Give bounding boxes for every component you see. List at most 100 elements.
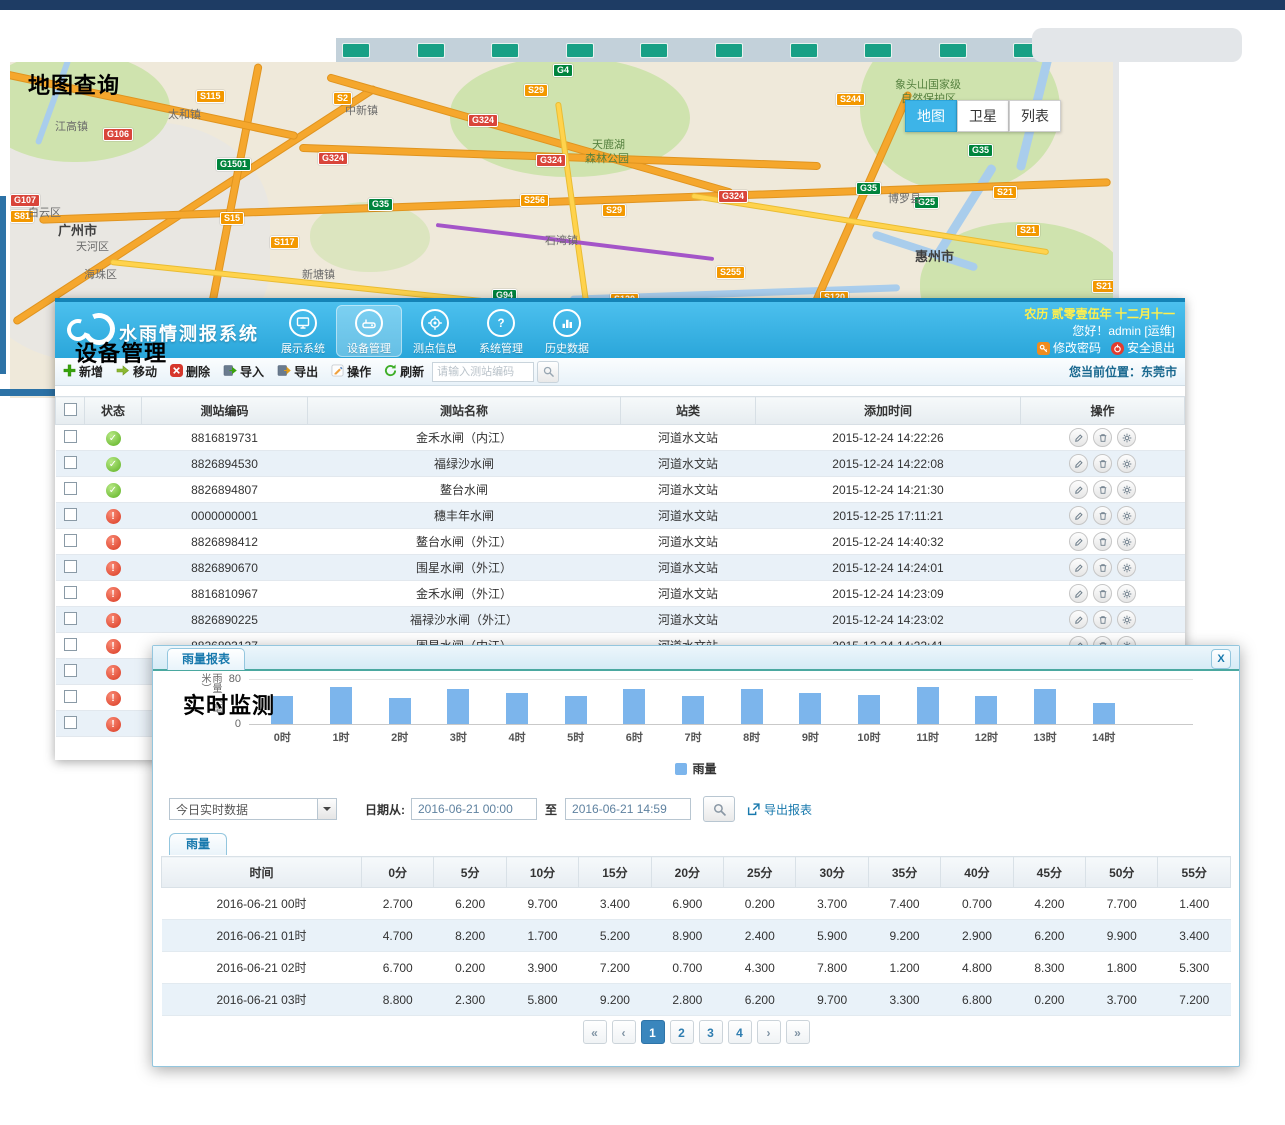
toolbar-button-label: 操作 xyxy=(347,363,371,380)
settings-button[interactable] xyxy=(1117,610,1136,629)
cell-name: 福绿沙水闸 xyxy=(308,451,621,477)
close-icon[interactable]: X xyxy=(1211,649,1231,669)
pagination-page-button[interactable]: 3 xyxy=(699,1020,723,1044)
row-checkbox[interactable] xyxy=(64,456,77,469)
toolbar-button-label: 导入 xyxy=(240,363,264,380)
delete-button[interactable] xyxy=(1093,532,1112,551)
road-shield: S117 xyxy=(270,236,299,249)
col-type: 站类 xyxy=(621,397,756,425)
search-icon[interactable] xyxy=(703,796,735,822)
road-shield-cutoff xyxy=(566,43,594,58)
edit-button[interactable] xyxy=(1069,428,1088,447)
road-shield: G1501 xyxy=(216,158,251,171)
change-password-link[interactable]: 修改密码 xyxy=(1037,340,1101,357)
map-type-button-inactive[interactable]: 卫星 xyxy=(957,100,1009,132)
cell-ops xyxy=(1021,555,1185,581)
row-checkbox[interactable] xyxy=(64,690,77,703)
settings-button[interactable] xyxy=(1117,480,1136,499)
chart-bar xyxy=(565,696,587,724)
search-icon[interactable] xyxy=(537,361,559,383)
chart-bar xyxy=(506,693,528,724)
row-checkbox[interactable] xyxy=(64,508,77,521)
settings-button[interactable] xyxy=(1117,532,1136,551)
edit-button[interactable] xyxy=(1069,480,1088,499)
settings-button[interactable] xyxy=(1117,428,1136,447)
select-all-checkbox[interactable] xyxy=(64,403,77,416)
toolbar-button-label: 刷新 xyxy=(400,363,424,380)
row-checkbox[interactable] xyxy=(64,716,77,729)
map-type-button-inactive[interactable]: 列表 xyxy=(1009,100,1061,132)
edit-button[interactable] xyxy=(1069,454,1088,473)
road-shield-cutoff xyxy=(864,43,892,58)
pagination-page-button[interactable]: 2 xyxy=(670,1020,694,1044)
cell-name: 鳌台水闸 xyxy=(308,477,621,503)
nav-item-history[interactable]: 历史数据 xyxy=(534,305,600,357)
row-checkbox[interactable] xyxy=(64,638,77,651)
row-checkbox[interactable] xyxy=(64,560,77,573)
settings-button[interactable] xyxy=(1117,584,1136,603)
delete-button[interactable] xyxy=(1093,506,1112,525)
nav-item-question[interactable]: ?系统管理 xyxy=(468,305,534,357)
edit-button[interactable] xyxy=(1069,558,1088,577)
x-tick-label: 8时 xyxy=(722,729,781,745)
edit-button[interactable] xyxy=(1069,610,1088,629)
date-to-input[interactable] xyxy=(565,798,691,820)
delete-button[interactable] xyxy=(1093,584,1112,603)
delete-button[interactable] xyxy=(1093,454,1112,473)
edit-button[interactable] xyxy=(1069,584,1088,603)
delete-button[interactable] xyxy=(1093,610,1112,629)
pagination-page-button[interactable]: 1 xyxy=(641,1020,665,1044)
select-all-header[interactable] xyxy=(56,397,85,425)
edit-button[interactable] xyxy=(1069,532,1088,551)
refresh-button[interactable]: 刷新 xyxy=(384,363,424,380)
export-button[interactable]: 导出 xyxy=(277,363,318,380)
date-from-input[interactable] xyxy=(411,798,537,820)
pagination-nav-button[interactable]: › xyxy=(757,1020,781,1044)
station-search-input[interactable] xyxy=(432,362,534,382)
nav-item-device[interactable]: 设备管理 xyxy=(336,305,402,357)
chart-legend: 雨量 xyxy=(153,760,1239,777)
row-checkbox[interactable] xyxy=(64,664,77,677)
cell-value: 8.900 xyxy=(651,920,723,952)
nav-item-monitor[interactable]: 展示系统 xyxy=(270,305,336,357)
row-checkbox[interactable] xyxy=(64,612,77,625)
status-ok-icon: ✓ xyxy=(106,431,121,446)
nav-item-target[interactable]: 测点信息 xyxy=(402,305,468,357)
pagination: «‹1234›» xyxy=(153,1020,1239,1044)
row-checkbox[interactable] xyxy=(64,430,77,443)
logout-link[interactable]: 安全退出 xyxy=(1111,340,1175,357)
row-operations xyxy=(1023,610,1183,629)
delete-button[interactable] xyxy=(1093,480,1112,499)
row-checkbox[interactable] xyxy=(64,534,77,547)
pagination-nav-button[interactable]: « xyxy=(583,1020,607,1044)
table-row: ✓8826894530福绿沙水闸河道水文站2015-12-24 14:22:08 xyxy=(56,451,1185,477)
table-row: !0000000001穗丰年水闸河道水文站2015-12-25 17:11:21 xyxy=(56,503,1185,529)
cell-checkbox xyxy=(56,477,85,503)
export-report-link[interactable]: 导出报表 xyxy=(747,801,812,818)
delete-button[interactable] xyxy=(1093,428,1112,447)
background-window-edge-horizontal xyxy=(0,389,55,396)
cell-value: 0.700 xyxy=(941,888,1013,920)
cell-status: ✓ xyxy=(85,477,142,503)
cell-value: 2.400 xyxy=(724,920,796,952)
range-select[interactable]: 今日实时数据 xyxy=(169,798,337,820)
settings-button[interactable] xyxy=(1117,506,1136,525)
settings-button[interactable] xyxy=(1117,558,1136,577)
tab-rain[interactable]: 雨量 xyxy=(169,833,227,855)
edit-button[interactable] xyxy=(1069,506,1088,525)
table-row: !8826890225福禄沙水闸（外江）河道水文站2015-12-24 14:2… xyxy=(56,607,1185,633)
operate-button[interactable]: 操作 xyxy=(331,363,371,380)
delete-button[interactable] xyxy=(1093,558,1112,577)
tab-rain-report[interactable]: 雨量报表 xyxy=(167,648,245,670)
map-type-button-active[interactable]: 地图 xyxy=(905,100,957,132)
road-shield: G35 xyxy=(856,182,881,195)
pagination-nav-button[interactable]: ‹ xyxy=(612,1020,636,1044)
road-shield: G324 xyxy=(536,154,566,167)
pagination-nav-button[interactable]: » xyxy=(786,1020,810,1044)
row-checkbox[interactable] xyxy=(64,482,77,495)
remove-button[interactable]: 删除 xyxy=(170,363,210,380)
import-button[interactable]: 导入 xyxy=(223,363,264,380)
pagination-page-button[interactable]: 4 xyxy=(728,1020,752,1044)
row-checkbox[interactable] xyxy=(64,586,77,599)
settings-button[interactable] xyxy=(1117,454,1136,473)
